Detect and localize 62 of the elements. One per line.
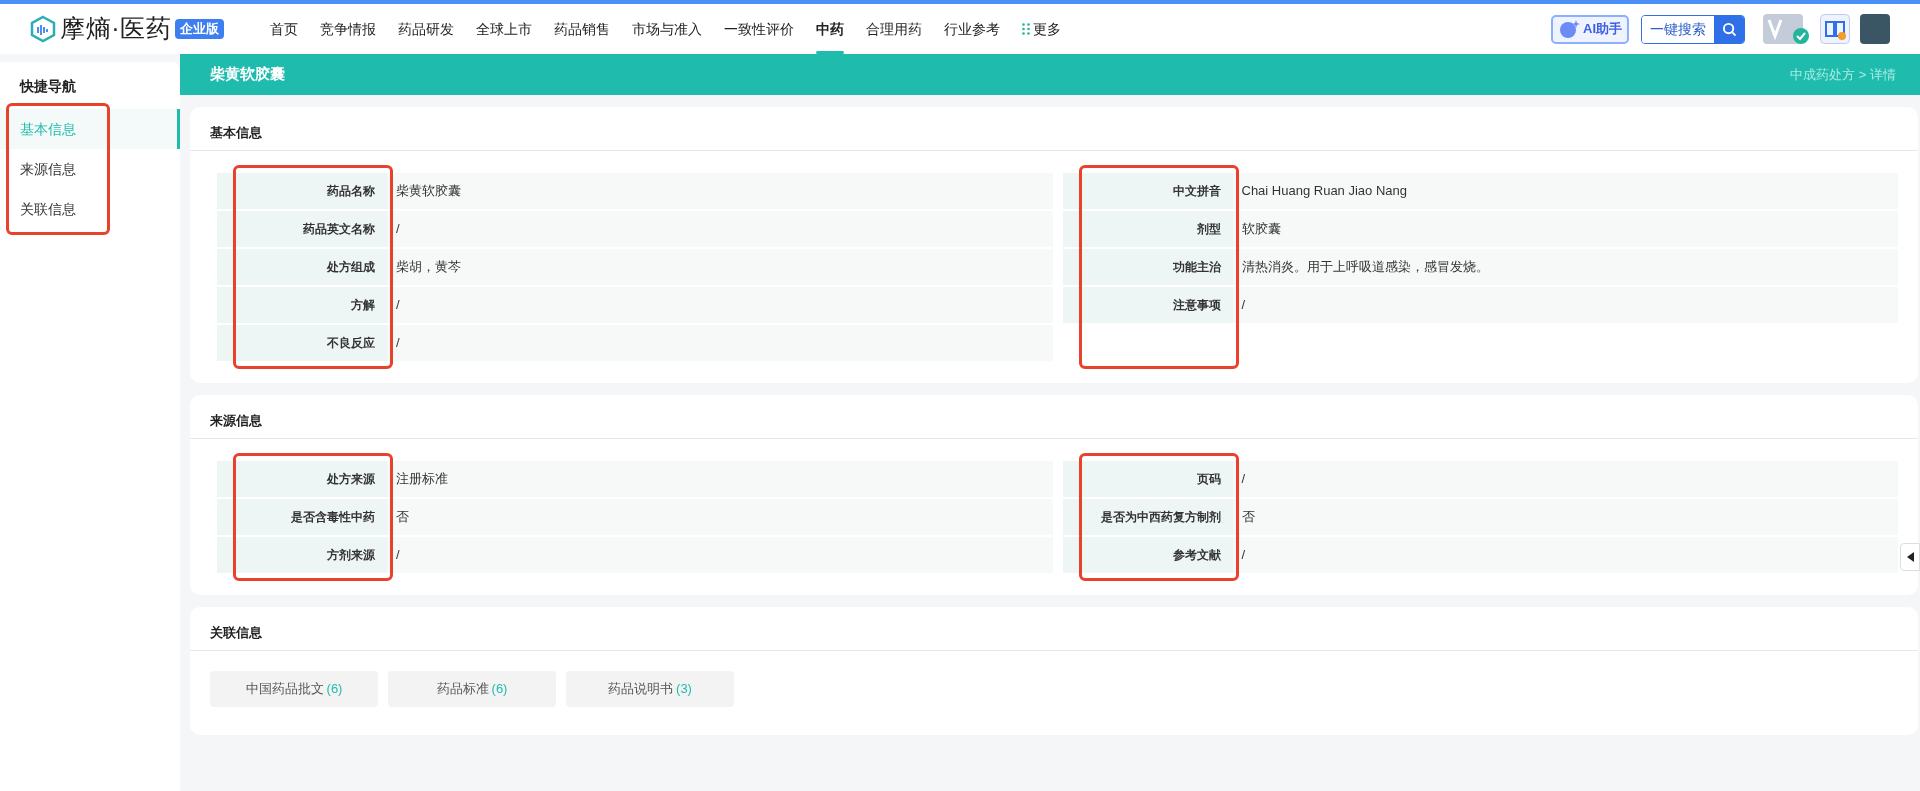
field-value: 柴黄软胶囊 (387, 173, 1053, 209)
section-title: 基本信息 (190, 107, 1918, 151)
field-value: / (1232, 287, 1898, 323)
field-value: 软胶囊 (1232, 211, 1898, 247)
vip-icon[interactable] (1763, 14, 1810, 44)
search-button[interactable]: 一键搜索 (1641, 14, 1745, 44)
sidebar-item[interactable]: 来源信息 (0, 149, 180, 189)
field-value: / (387, 537, 1053, 573)
related-link-button[interactable]: 药品标准 (6) (388, 671, 556, 707)
field-value: 否 (1232, 499, 1898, 535)
field-label: 方剂来源 (217, 537, 387, 573)
field-value: 注册标准 (387, 461, 1053, 497)
side-panel-toggle[interactable] (1900, 543, 1920, 571)
field-label: 处方组成 (217, 249, 387, 285)
field-value: / (387, 287, 1053, 323)
nav-tab[interactable]: 市场与准入 (632, 4, 702, 54)
field-value: 柴胡，黄芩 (387, 249, 1053, 285)
nav-tab[interactable]: 一致性评价 (724, 4, 794, 54)
field-label: 不良反应 (217, 325, 387, 361)
field-label: 是否含毒性中药 (217, 499, 387, 535)
field-value: / (387, 211, 1053, 247)
field-label: 药品名称 (217, 173, 387, 209)
caret-left-icon (1906, 552, 1914, 562)
field-label: 是否为中西药复方制剂 (1062, 499, 1233, 535)
page-title: 柴黄软胶囊 (210, 64, 285, 85)
field-value: / (387, 325, 1053, 361)
field-label: 药品英文名称 (217, 211, 387, 247)
nav-tab[interactable]: 竞争情报 (320, 4, 376, 54)
field-value: 清热消炎。用于上呼吸道感染，感冒发烧。 (1232, 249, 1898, 285)
section-title: 来源信息 (190, 395, 1918, 439)
nav-tab[interactable]: 药品销售 (554, 4, 610, 54)
field-label: 剂型 (1062, 211, 1233, 247)
search-icon (1721, 21, 1737, 37)
field-label: 参考文献 (1062, 537, 1233, 573)
nav-tab[interactable]: 中药 (816, 4, 844, 54)
field-value: 否 (387, 499, 1053, 535)
sidebar-item[interactable]: 关联信息 (0, 189, 180, 229)
sidebar-title: 快捷导航 (18, 77, 77, 96)
field-label: 功能主治 (1062, 249, 1233, 285)
field-label: 注意事项 (1062, 287, 1233, 323)
related-link-button[interactable]: 药品说明书 (3) (566, 671, 734, 707)
ai-assistant-button[interactable]: AI助手 (1551, 14, 1629, 44)
section-title: 关联信息 (190, 607, 1918, 651)
logo-icon (30, 15, 56, 43)
nav-tab[interactable]: 首页 (270, 4, 298, 54)
logo-text: 摩熵·医药 (60, 13, 172, 45)
edition-badge: 企业版 (175, 19, 225, 39)
field-label: 页码 (1062, 461, 1233, 497)
nav-tab[interactable]: 合理用药 (866, 4, 922, 54)
nav-tab[interactable]: 药品研发 (398, 4, 454, 54)
nav-tab[interactable]: 行业参考 (944, 4, 1000, 54)
more-menu[interactable]: 更多 (1022, 4, 1061, 54)
related-link-button[interactable]: 中国药品批文 (6) (210, 671, 378, 707)
nav-tab[interactable]: 全球上市 (476, 4, 532, 54)
field-value: / (1232, 461, 1898, 497)
field-label: 处方来源 (217, 461, 387, 497)
field-label: 中文拼音 (1062, 173, 1233, 209)
book-icon[interactable] (1820, 14, 1850, 44)
field-value: Chai Huang Ruan Jiao Nang (1232, 173, 1898, 209)
field-value: / (1232, 537, 1898, 573)
field-label: 方解 (217, 287, 387, 323)
grid-dots-icon (1022, 23, 1030, 35)
